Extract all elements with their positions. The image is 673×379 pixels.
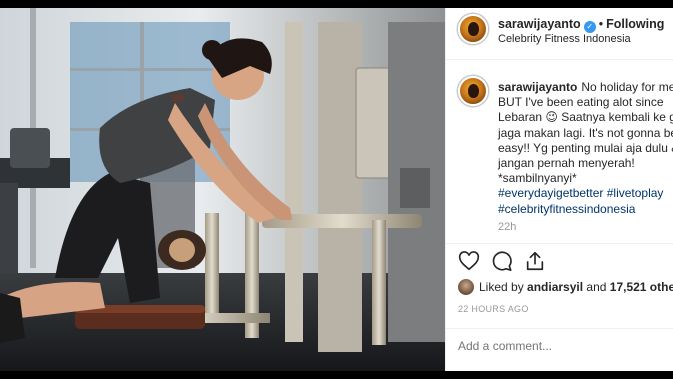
location-link[interactable]: Celebrity Fitness Indonesia [498,33,631,45]
following-button[interactable]: Following [606,17,664,31]
liker-avatar[interactable] [458,279,474,295]
caption-block: sarawijayanto No holiday for me BUT I've … [446,68,673,218]
header-user-line: sarawijayanto ✓ • Following [498,17,664,33]
comment-input[interactable] [458,339,668,353]
post-header: sarawijayanto ✓ • Following Celebrity Fitne… [446,8,673,60]
heart-icon[interactable] [458,250,480,272]
bottom-letterbox [0,371,673,379]
caption-text: sarawijayanto No holiday for me BUT I've … [498,80,673,217]
share-icon[interactable] [524,250,546,272]
separator-dot: • [598,17,604,31]
caption-line: BUT I've been eating alot since [498,95,664,110]
top-letterbox [0,0,673,8]
divider [446,243,673,244]
caption-line: sarawijayanto No holiday for me [498,80,673,94]
profile-avatar[interactable] [458,14,488,44]
post-timestamp: 22 hours ago [458,304,529,314]
caption-timestamp: 22h [498,221,517,233]
divider [446,328,673,329]
liker-username-link[interactable]: andiarsyil [527,280,583,294]
caption-avatar[interactable] [458,76,488,106]
likes-count-link[interactable]: 17,521 others [610,280,673,294]
caption-line: jaga makan lagi. It's not gonna be [498,125,673,140]
verified-badge-icon: ✓ [583,21,596,33]
caption-line: *sambilnyanyi* [498,171,577,186]
likes-summary: Liked by andiarsyil and 17,521 others [458,279,673,295]
caption-line: jangan pernah menyerah! [498,156,635,171]
post-side-panel: sarawijayanto ✓ • Following Celebrity Fitne… [445,8,673,371]
header-username-link[interactable]: sarawijayanto [498,17,581,31]
hashtag-link[interactable]: #celebrityfitnessindonesia [498,202,673,217]
comment-icon[interactable] [491,250,513,272]
caption-line: easy!! Yg penting mulai aja dulu & [498,140,673,155]
caption-line: Lebaran 😉 Saatnya kembali ke gym [498,110,673,125]
caption-username-link[interactable]: sarawijayanto [498,80,577,94]
gym-photo-illustration [0,8,445,371]
post-photo[interactable] [0,8,445,371]
hashtag-link[interactable]: #everydayigetbetter #livetoplay [498,186,673,201]
